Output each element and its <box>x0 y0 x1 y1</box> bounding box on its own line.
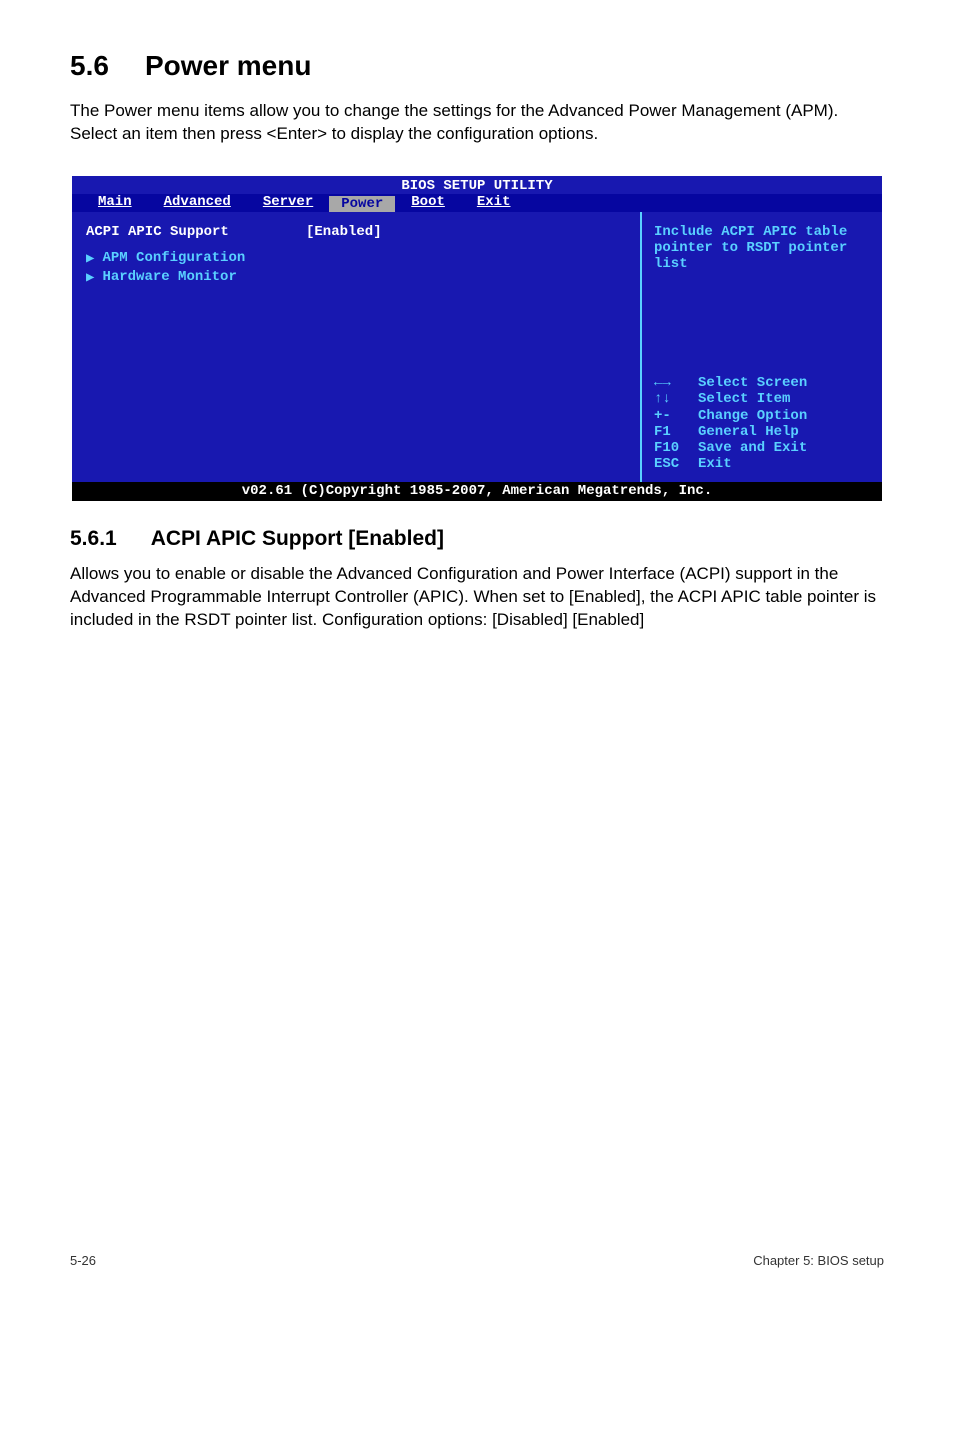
bios-right-pane: Include ACPI APIC table pointer to RSDT … <box>642 212 882 482</box>
chapter-label: Chapter 5: BIOS setup <box>753 1253 884 1268</box>
section-heading: 5.6 Power menu <box>70 50 884 82</box>
submenu-apm[interactable]: ▶ APM Configuration <box>86 250 630 267</box>
subsection-body: Allows you to enable or disable the Adva… <box>70 563 884 632</box>
bios-body: ACPI APIC Support [Enabled] ▶ APM Config… <box>72 212 882 482</box>
acpi-apic-value: [Enabled] <box>306 224 382 240</box>
triangle-right-icon: ▶ <box>86 250 94 267</box>
tab-exit[interactable]: Exit <box>461 194 527 212</box>
section-title-text: Power menu <box>145 50 311 81</box>
submenu-hardware-monitor[interactable]: ▶ Hardware Monitor <box>86 269 630 286</box>
key-desc: Save and Exit <box>698 440 807 456</box>
bios-footer: v02.61 (C)Copyright 1985-2007, American … <box>72 482 882 501</box>
key-desc: Change Option <box>698 408 807 424</box>
bios-tab-bar: Main Advanced Server Power Boot Exit <box>72 194 882 212</box>
key-select-item: ↑↓ Select Item <box>654 391 872 407</box>
subsection-heading: 5.6.1 ACPI APIC Support [Enabled] <box>70 527 884 551</box>
key-save-exit: F10 Save and Exit <box>654 440 872 456</box>
tab-main[interactable]: Main <box>82 194 148 212</box>
bios-window: BIOS SETUP UTILITY Main Advanced Server … <box>70 174 884 503</box>
page-number: 5-26 <box>70 1253 96 1268</box>
arrows-up-down-icon: ↑↓ <box>654 391 688 407</box>
submenu-apm-label: APM Configuration <box>102 250 245 266</box>
key-change-option: +- Change Option <box>654 408 872 424</box>
bios-left-pane: ACPI APIC Support [Enabled] ▶ APM Config… <box>72 212 642 482</box>
key-desc: General Help <box>698 424 799 440</box>
key-label: +- <box>654 408 688 424</box>
subsection-number: 5.6.1 <box>70 527 117 551</box>
key-desc: Exit <box>698 456 732 472</box>
key-general-help: F1 General Help <box>654 424 872 440</box>
key-desc: Select Screen <box>698 375 807 391</box>
bios-help-text: Include ACPI APIC table pointer to RSDT … <box>654 224 872 272</box>
section-intro: The Power menu items allow you to change… <box>70 100 884 146</box>
tab-boot[interactable]: Boot <box>395 194 461 212</box>
key-label: F10 <box>654 440 688 456</box>
bios-title: BIOS SETUP UTILITY <box>72 176 882 194</box>
bios-key-legend: ←→ Select Screen ↑↓ Select Item +- Change O… <box>654 375 872 472</box>
acpi-apic-row[interactable]: ACPI APIC Support [Enabled] <box>86 224 630 240</box>
tab-server[interactable]: Server <box>247 194 329 212</box>
subsection-title-text: ACPI APIC Support [Enabled] <box>151 527 444 550</box>
arrows-left-right-icon: ←→ <box>654 375 688 391</box>
key-select-screen: ←→ Select Screen <box>654 375 872 391</box>
key-desc: Select Item <box>698 391 790 407</box>
section-number: 5.6 <box>70 50 109 82</box>
key-exit: ESC Exit <box>654 456 872 472</box>
submenu-hwmon-label: Hardware Monitor <box>102 269 236 285</box>
triangle-right-icon: ▶ <box>86 269 94 286</box>
page-footer: 5-26 Chapter 5: BIOS setup <box>70 1252 884 1268</box>
tab-power[interactable]: Power <box>329 196 395 212</box>
tab-advanced[interactable]: Advanced <box>148 194 247 212</box>
acpi-apic-label: ACPI APIC Support <box>86 224 306 240</box>
key-label: ESC <box>654 456 688 472</box>
key-label: F1 <box>654 424 688 440</box>
